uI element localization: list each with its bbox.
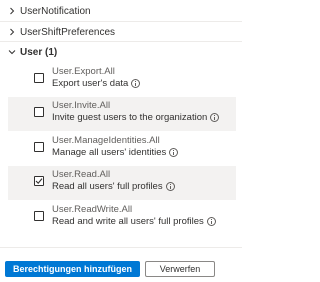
info-icon[interactable] — [210, 113, 220, 122]
checkbox[interactable] — [34, 73, 44, 83]
permission-description: Read all users' full profiles — [52, 181, 175, 192]
permission-name: User.Export.All — [52, 66, 115, 77]
permission-row-user-invite-all[interactable]: User.Invite.All Invite guest users to th… — [8, 97, 236, 131]
chevron-right-icon — [10, 28, 15, 36]
info-icon[interactable] — [206, 217, 216, 226]
permission-description: Export user's data — [52, 78, 141, 89]
info-icon[interactable] — [169, 148, 179, 157]
permission-row-user-manageidentities-all[interactable]: User.ManageIdentities.All Manage all use… — [8, 132, 236, 166]
permission-name: User.ReadWrite.All — [52, 204, 133, 215]
checkbox[interactable] — [34, 142, 44, 152]
checkbox-checked[interactable] — [34, 176, 44, 186]
permission-description: Manage all users' identities — [52, 147, 179, 158]
info-icon[interactable] — [131, 79, 141, 88]
permission-row-user-export-all[interactable]: User.Export.All Export user's data — [8, 63, 236, 97]
footer-divider — [0, 247, 242, 248]
permission-description-text: Read and write all users' full profiles — [52, 216, 204, 227]
group-label: User (1) — [20, 46, 58, 58]
permission-description-text: Invite guest users to the organization — [52, 112, 208, 123]
permission-name: User.ManageIdentities.All — [52, 135, 160, 146]
group-row-user[interactable]: User (1) — [0, 42, 242, 62]
permission-description: Read and write all users' full profiles — [52, 216, 216, 227]
checkbox[interactable] — [34, 107, 44, 117]
permission-description: Invite guest users to the organization — [52, 112, 220, 123]
checkmark-icon — [35, 178, 43, 185]
permission-name: User.Read.All — [52, 169, 111, 180]
group-label: UserShiftPreferences — [20, 26, 116, 38]
group-row-usershiftpreferences[interactable]: UserShiftPreferences — [0, 22, 242, 42]
permission-description-text: Export user's data — [52, 78, 129, 89]
permission-description-text: Manage all users' identities — [52, 147, 167, 158]
chevron-down-icon — [8, 50, 16, 55]
info-icon[interactable] — [165, 182, 175, 191]
checkbox[interactable] — [34, 211, 44, 221]
group-row-usernotification[interactable]: UserNotification — [0, 1, 242, 21]
chevron-right-icon — [10, 7, 15, 15]
add-permissions-button[interactable]: Berechtigungen hinzufügen — [5, 261, 140, 277]
permission-row-user-read-all[interactable]: User.Read.All Read all users' full profi… — [8, 166, 236, 200]
discard-button[interactable]: Verwerfen — [145, 261, 215, 277]
permission-name: User.Invite.All — [52, 100, 111, 111]
group-label: UserNotification — [20, 5, 91, 17]
permission-row-user-readwrite-all[interactable]: User.ReadWrite.All Read and write all us… — [8, 201, 236, 235]
permission-description-text: Read all users' full profiles — [52, 181, 163, 192]
